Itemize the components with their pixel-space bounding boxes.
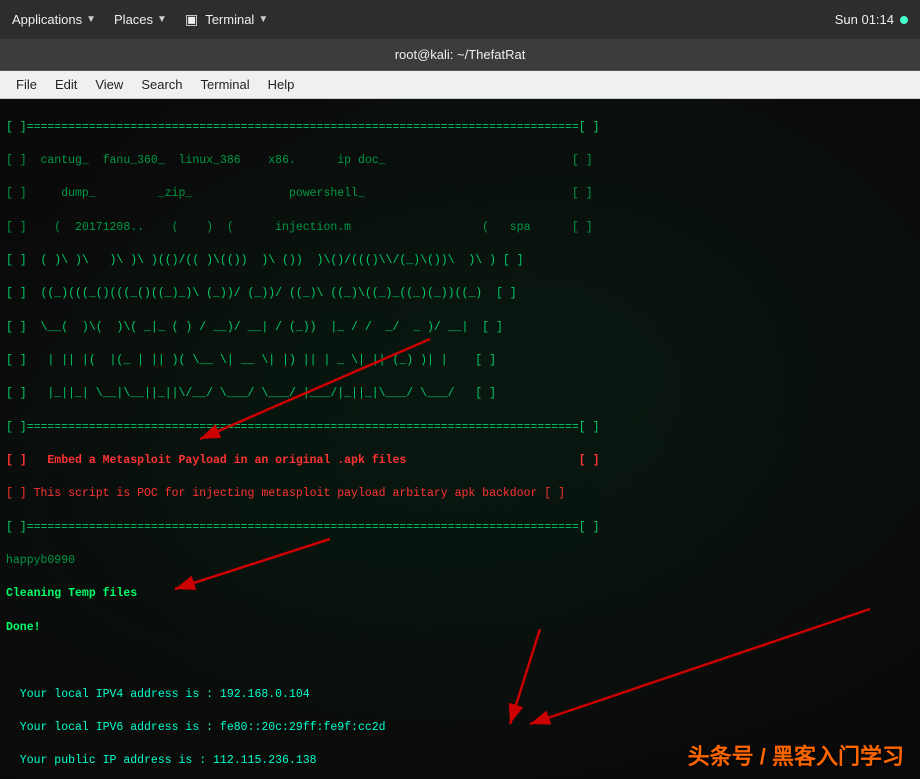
terminal-content-area[interactable]: [ ]=====================================… (0, 99, 920, 779)
clock-text: Sun 01:14 (835, 12, 894, 27)
terminal-title: root@kali: ~/ThefatRat (395, 47, 526, 62)
ascii-line-7: [ ] | || |( |(_ | || )( \__ \| __ \| |) … (6, 353, 914, 370)
cleaning-line: Cleaning Temp files (6, 586, 914, 603)
menu-file[interactable]: File (8, 75, 45, 94)
applications-menu[interactable]: Applications ▼ (12, 12, 96, 27)
menu-terminal[interactable]: Terminal (193, 75, 258, 94)
embed-line: [ ] Embed a Metasploit Payload in an ori… (6, 453, 914, 470)
separator-line-2: [ ]=====================================… (6, 420, 914, 437)
menu-search[interactable]: Search (133, 75, 190, 94)
places-arrow: ▼ (157, 14, 167, 25)
menu-view[interactable]: View (87, 75, 131, 94)
done-line: Done! (6, 620, 914, 637)
places-label: Places (114, 12, 153, 27)
places-menu[interactable]: Places ▼ (114, 12, 167, 27)
ascii-line-2: [ ] dump_ _zip_ powershell_ [ ] (6, 186, 914, 203)
ascii-line-5: [ ] ((_)(((_()(((_()((_)_)\ (_))/ (_))/ … (6, 286, 914, 303)
terminal-title-bar: root@kali: ~/ThefatRat (0, 39, 920, 71)
ascii-line-1: [ ] cantug_ fanu_360_ linux_386 x86. ip … (6, 153, 914, 170)
clock-indicator (900, 16, 908, 24)
terminal-menu-bar: File Edit View Search Terminal Help (0, 71, 920, 99)
separator-line-3: [ ]=====================================… (6, 520, 914, 537)
menu-edit[interactable]: Edit (47, 75, 85, 94)
watermark-text: 头条号 / 黑客入门学习 (688, 739, 904, 771)
author-line: happyb0990 (6, 553, 914, 570)
blank-1 (6, 653, 914, 670)
separator-line-1: [ ]=====================================… (6, 120, 914, 137)
terminal-output: [ ]=====================================… (0, 99, 920, 779)
applications-arrow: ▼ (86, 14, 96, 25)
ipv6-line: Your local IPV6 address is : fe80::20c:2… (6, 720, 914, 737)
system-top-bar: Applications ▼ Places ▼ ▣ Terminal ▼ Sun… (0, 0, 920, 39)
terminal-window: root@kali: ~/ThefatRat File Edit View Se… (0, 39, 920, 779)
ascii-line-4: [ ] ( )\ )\ )\ )\ )(()/(( )\(()) )\ ()) … (6, 253, 914, 270)
ascii-line-3: [ ] ( 20171208.. ( ) ( injection.m ( spa… (6, 220, 914, 237)
terminal-icon: ▣ (185, 11, 198, 28)
terminal-arrow: ▼ (258, 14, 268, 25)
menu-help[interactable]: Help (260, 75, 303, 94)
poc-line: [ ] This script is POC for injecting met… (6, 486, 914, 503)
ascii-line-6: [ ] \__( )\( )\( _|_ ( ) / __)/ __| / (_… (6, 320, 914, 337)
ipv4-line: Your local IPV4 address is : 192.168.0.1… (6, 687, 914, 704)
clock-area: Sun 01:14 (835, 12, 908, 27)
applications-label: Applications (12, 12, 82, 27)
terminal-menu[interactable]: ▣ Terminal ▼ (185, 11, 268, 28)
ascii-line-8: [ ] |_||_| \__|\__||_||\/__/ \___/ \___/… (6, 386, 914, 403)
terminal-label: Terminal (205, 12, 254, 27)
